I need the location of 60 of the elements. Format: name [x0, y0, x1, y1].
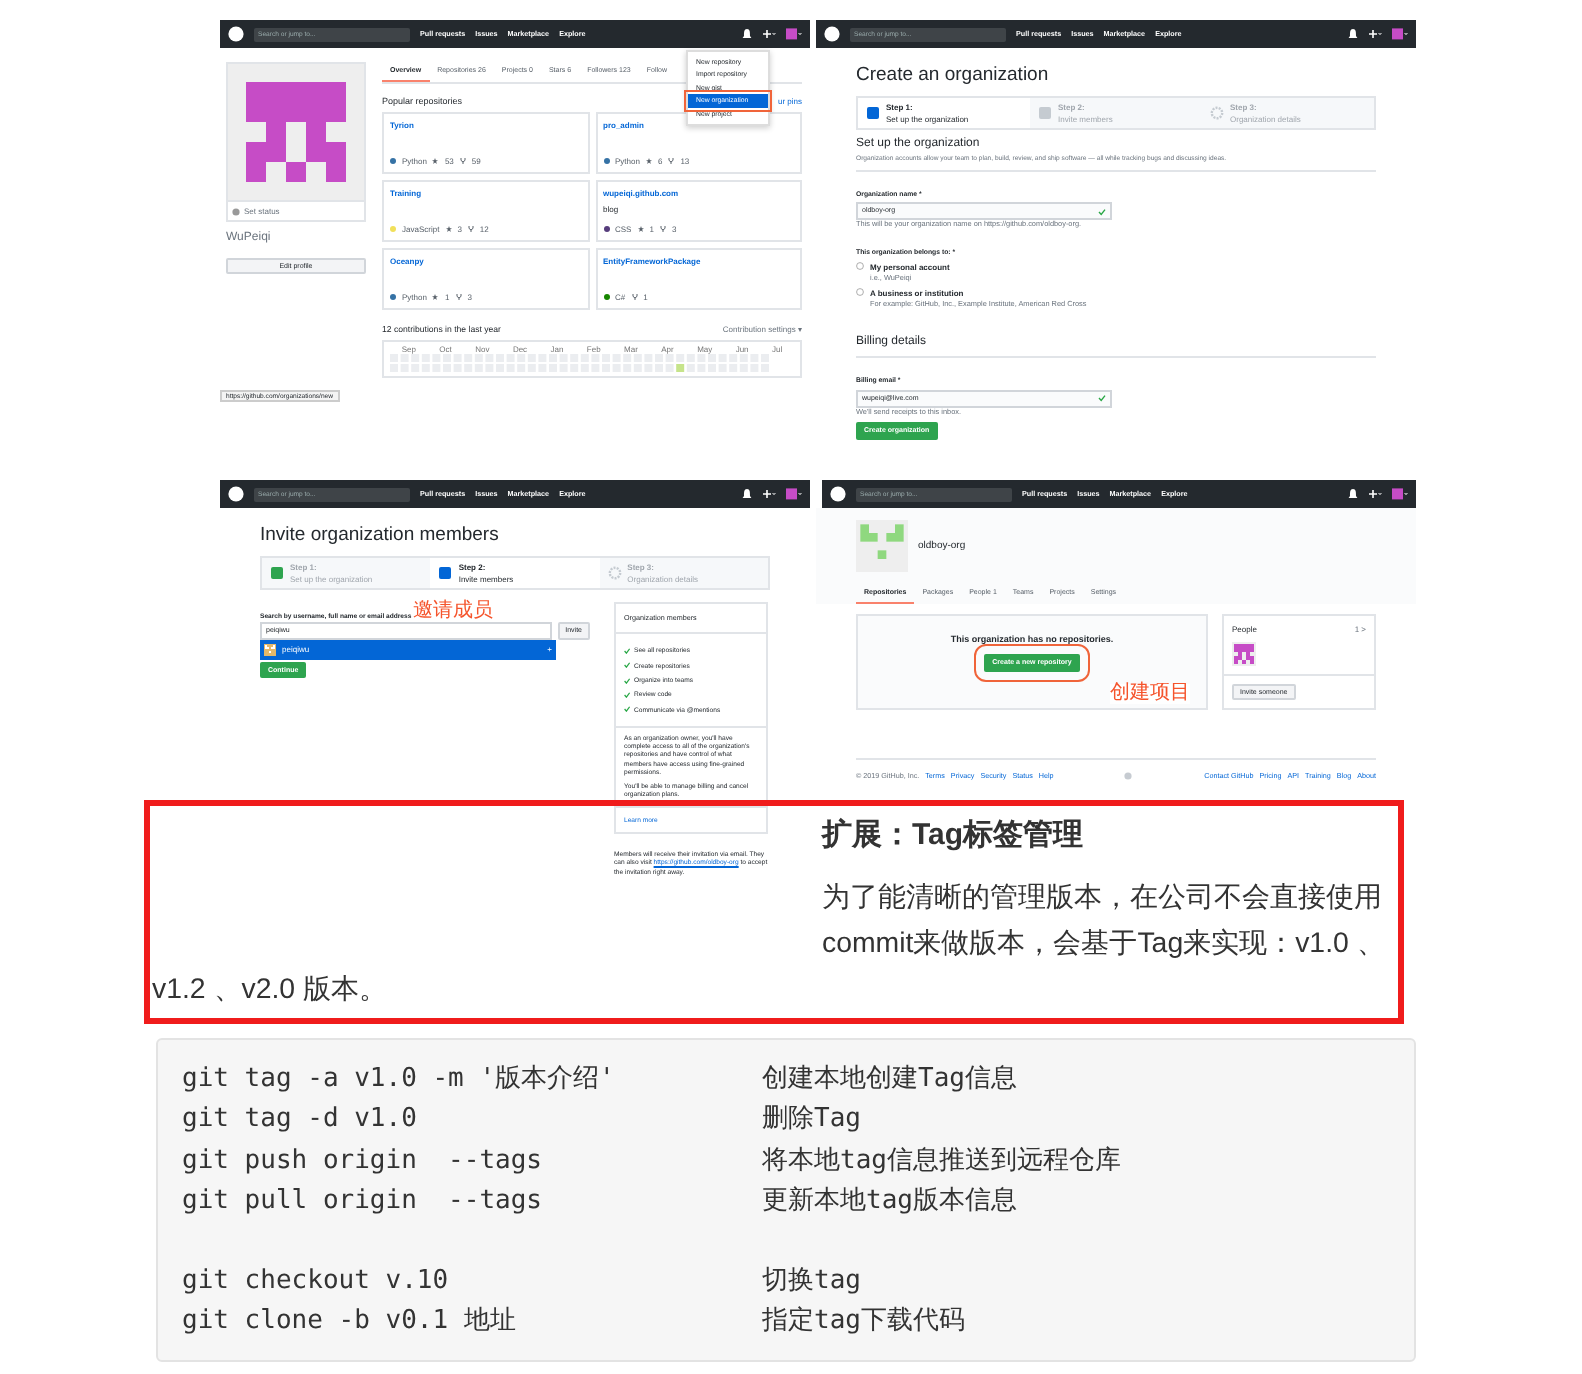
code-command: git tag -a v1.0 -m '版本介绍' — [182, 1062, 617, 1098]
fork-icon — [459, 158, 466, 165]
check-icon — [1098, 394, 1106, 403]
code-command: git pull origin --tags — [182, 1183, 545, 1220]
logo-icon — [1124, 771, 1133, 780]
step-icon — [438, 566, 453, 581]
fork-icon — [631, 294, 638, 301]
logo-icon[interactable] — [824, 26, 840, 42]
check-icon — [624, 706, 630, 713]
code-comment: 创建本地创建Tag信息 — [762, 1062, 1017, 1098]
notification-icon[interactable] — [1348, 28, 1358, 40]
fork-icon — [455, 294, 462, 301]
code-comment: 更新本地tag版本信息 — [762, 1183, 1017, 1220]
fork-icon — [467, 226, 474, 233]
avatar-icon[interactable] — [1392, 488, 1408, 500]
notification-icon[interactable] — [742, 488, 752, 500]
logo-icon[interactable] — [830, 486, 846, 502]
star-icon — [445, 226, 452, 233]
star-icon — [645, 158, 652, 165]
logo-icon[interactable] — [228, 26, 244, 42]
code-comment: 指定tag下载代码 — [762, 1304, 965, 1341]
annotation-label: 创建项目 — [1110, 683, 1190, 704]
code-comment: 删除Tag — [762, 1102, 861, 1139]
step-icon — [270, 566, 284, 581]
code-command: git tag -d v1.0 — [182, 1102, 419, 1139]
radio-button[interactable] — [856, 262, 864, 271]
member-avatar — [1232, 641, 1256, 666]
plus-icon[interactable] — [762, 488, 776, 500]
paragraph: 为了能清晰的管理版本，在公司不会直接使用commit来做版本，会基于Tag来实现：v1.0 、v1.2 、v2.0 版本。 — [152, 880, 1387, 1010]
step-icon — [607, 566, 622, 581]
user-avatar — [264, 643, 276, 656]
step-icon — [866, 106, 880, 121]
code-command: git checkout v.10 — [182, 1264, 451, 1301]
star-icon — [432, 294, 439, 301]
logo-icon[interactable] — [228, 486, 244, 502]
plus-icon[interactable] — [1368, 488, 1382, 500]
plus-icon[interactable] — [1368, 28, 1382, 40]
notification-icon[interactable] — [1348, 488, 1358, 500]
plus-icon[interactable] — [762, 28, 776, 40]
avatar-icon[interactable] — [1392, 28, 1408, 40]
step-icon — [1210, 106, 1224, 121]
radio-button[interactable] — [856, 288, 864, 297]
notification-icon[interactable] — [742, 28, 752, 40]
code-comment: 将本地tag信息推送到远程仓库 — [762, 1143, 1121, 1180]
step-icon — [1038, 106, 1052, 121]
page-title: Invite organization members — [260, 524, 501, 549]
code-command: git push origin --tags — [182, 1143, 545, 1180]
check-icon — [1098, 207, 1106, 216]
code-comment: 切换tag — [762, 1264, 861, 1301]
org-identicon — [856, 520, 908, 572]
star-icon — [637, 226, 644, 233]
page-title: Create an organization — [856, 64, 1051, 89]
avatar-icon[interactable] — [786, 488, 802, 500]
avatar-icon[interactable] — [786, 28, 802, 40]
section-title: 扩展：Tag标签管理 — [822, 816, 1086, 856]
fork-icon — [659, 226, 666, 233]
annotation-label: 邀请成员 — [413, 601, 494, 622]
star-icon — [432, 158, 439, 165]
code-command: git clone -b v0.1 地址 — [182, 1304, 518, 1341]
fork-icon — [668, 158, 675, 165]
